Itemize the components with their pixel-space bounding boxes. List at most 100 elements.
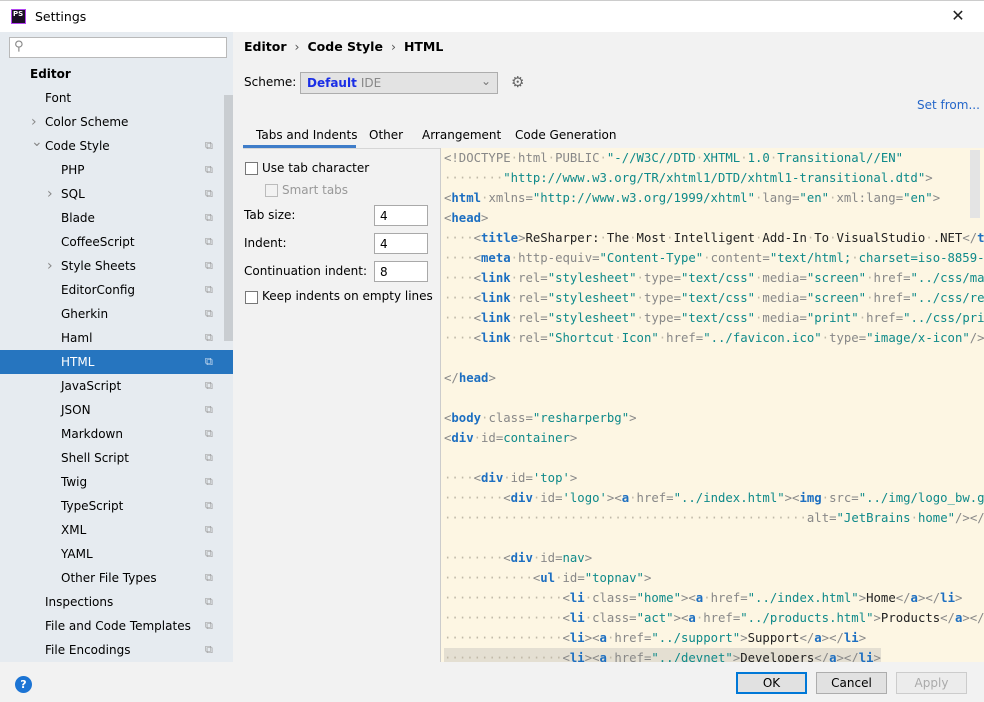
- code-token: ·: [703, 591, 711, 605]
- tab-size-input[interactable]: 4: [374, 205, 428, 226]
- code-token: ·: [488, 511, 496, 525]
- sidebar-item-json[interactable]: JSON ⧉: [0, 398, 223, 422]
- code-token: ·: [547, 631, 556, 645]
- tab-other[interactable]: Other: [369, 128, 403, 148]
- copy-scheme-icon: ⧉: [205, 307, 213, 320]
- code-token: ·: [784, 511, 793, 525]
- sidebar-item-label: JavaScript: [61, 379, 122, 393]
- cancel-button[interactable]: Cancel: [816, 672, 887, 694]
- code-token: ·: [451, 171, 459, 185]
- sidebar-item-gherkin[interactable]: Gherkin ⧉: [0, 302, 223, 326]
- code-token: xml:lang: [836, 191, 896, 205]
- code-token: =: [666, 491, 674, 505]
- code-token: PUBLIC: [555, 151, 600, 165]
- close-icon[interactable]: ✕: [946, 5, 970, 27]
- code-token: ·: [488, 491, 496, 505]
- sidebar-item-haml[interactable]: Haml ⧉: [0, 326, 223, 350]
- code-token: ·: [777, 511, 785, 525]
- code-token: ·: [547, 511, 556, 525]
- code-token: li: [569, 591, 585, 605]
- code-token: "../favicon.ico": [703, 331, 822, 345]
- code-token: ·: [466, 631, 474, 645]
- code-token: type: [643, 311, 674, 325]
- use-tab-character-checkbox[interactable]: [245, 162, 258, 175]
- ok-button[interactable]: OK: [736, 672, 807, 694]
- code-token: href: [710, 591, 741, 605]
- code-line: ····<div·id='top'>: [444, 468, 577, 488]
- sidebar-item-style-sheets[interactable]: › Style Sheets ⧉: [0, 254, 223, 278]
- code-token: class: [592, 611, 630, 625]
- sidebar-item-blade[interactable]: Blade ⧉: [0, 206, 223, 230]
- code-token: >: [584, 651, 593, 662]
- code-line: ········<div·id=nav>: [444, 548, 592, 568]
- sidebar-item-editorconfig[interactable]: EditorConfig ⧉: [0, 278, 223, 302]
- code-token: ·: [821, 491, 830, 505]
- chevron-right-icon[interactable]: ›: [47, 254, 53, 278]
- code-token: "Shortcut: [547, 331, 615, 345]
- sidebar-item-label: Font: [45, 91, 72, 105]
- code-token: xmlns: [488, 191, 526, 205]
- sidebar-item-markdown[interactable]: Markdown ⧉: [0, 422, 223, 446]
- sidebar-item-file-and-code-templates[interactable]: File and Code Templates ⧉: [0, 614, 223, 638]
- breadcrumb-item: Code Style: [307, 39, 383, 54]
- sidebar-item-shell-script[interactable]: Shell Script ⧉: [0, 446, 223, 470]
- sidebar-item-other-file-types[interactable]: Other File Types ⧉: [0, 566, 223, 590]
- sidebar-item-label: Haml: [61, 331, 93, 345]
- code-token: link: [481, 311, 511, 325]
- code-token: >: [873, 611, 881, 625]
- copy-scheme-icon: ⧉: [205, 595, 213, 608]
- sidebar-item-label: Inspections: [45, 595, 114, 609]
- sidebar-item-label: HTML: [61, 355, 95, 369]
- copy-scheme-icon: ⧉: [205, 403, 213, 416]
- sidebar-item-label: File and Code Templates: [45, 619, 191, 633]
- code-token: ·: [451, 251, 459, 265]
- gear-icon[interactable]: ⚙: [511, 73, 524, 91]
- code-token: ·: [584, 611, 593, 625]
- apply-button[interactable]: Apply: [896, 672, 967, 694]
- code-token: ·: [547, 611, 556, 625]
- code-token: ·: [510, 631, 519, 645]
- sidebar-item-code-style[interactable]: ⌄ Code Style ⧉: [0, 134, 223, 158]
- sidebar-item-inspections[interactable]: Inspections ⧉: [0, 590, 223, 614]
- preview-scrollbar[interactable]: [970, 150, 980, 218]
- set-from-link[interactable]: Set from...: [917, 98, 980, 112]
- indent-input[interactable]: 4: [374, 233, 428, 254]
- scheme-name: Default: [307, 76, 357, 90]
- sidebar-scrollbar[interactable]: [224, 95, 233, 341]
- code-token: ·: [562, 511, 570, 525]
- sidebar-item-php[interactable]: PHP ⧉: [0, 158, 223, 182]
- smart-tabs-checkbox[interactable]: [265, 184, 278, 197]
- code-token: =: [673, 291, 681, 305]
- code-token: ·: [503, 631, 511, 645]
- scheme-dropdown[interactable]: Default IDE ⌄: [300, 72, 498, 94]
- copy-scheme-icon: ⧉: [205, 163, 213, 176]
- code-token: ·: [466, 611, 474, 625]
- code-token: <: [503, 551, 511, 565]
- sidebar-item-twig[interactable]: Twig ⧉: [0, 470, 223, 494]
- sidebar-item-typescript[interactable]: TypeScript ⧉: [0, 494, 223, 518]
- code-line: ················<li·class="home"><a·href…: [444, 588, 962, 608]
- continuation-indent-input[interactable]: 8: [374, 261, 428, 282]
- sidebar-item-sql[interactable]: › SQL ⧉: [0, 182, 223, 206]
- help-icon[interactable]: ?: [15, 676, 32, 693]
- chevron-down-icon[interactable]: ⌄: [31, 130, 43, 154]
- tab-code-generation[interactable]: Code Generation: [515, 128, 616, 148]
- sidebar-item-yaml[interactable]: YAML ⧉: [0, 542, 223, 566]
- sidebar-item-coffeescript[interactable]: CoffeeScript ⧉: [0, 230, 223, 254]
- sidebar-item-html[interactable]: HTML ⧉: [0, 350, 233, 374]
- sidebar-item-editor[interactable]: Editor: [0, 62, 223, 86]
- keep-indents-checkbox[interactable]: [245, 291, 258, 304]
- sidebar-item-font[interactable]: Font: [0, 86, 223, 110]
- chevron-right-icon[interactable]: ›: [47, 182, 53, 206]
- sidebar-item-file-encodings[interactable]: File Encodings ⧉: [0, 638, 223, 662]
- tab-arrangement[interactable]: Arrangement: [422, 128, 501, 148]
- code-token: html: [451, 191, 482, 205]
- sidebar-item-label: Code Style: [45, 139, 110, 153]
- search-input[interactable]: ⚲: [9, 37, 227, 58]
- sidebar-item-xml[interactable]: XML ⧉: [0, 518, 223, 542]
- code-token: !DOCTYPE: [451, 151, 511, 165]
- sidebar-item-javascript[interactable]: JavaScript ⧉: [0, 374, 223, 398]
- code-line: ····<title>ReSharper:·The·Most·Intellige…: [444, 228, 984, 248]
- code-token: =: [799, 291, 807, 305]
- code-token: ·: [525, 591, 533, 605]
